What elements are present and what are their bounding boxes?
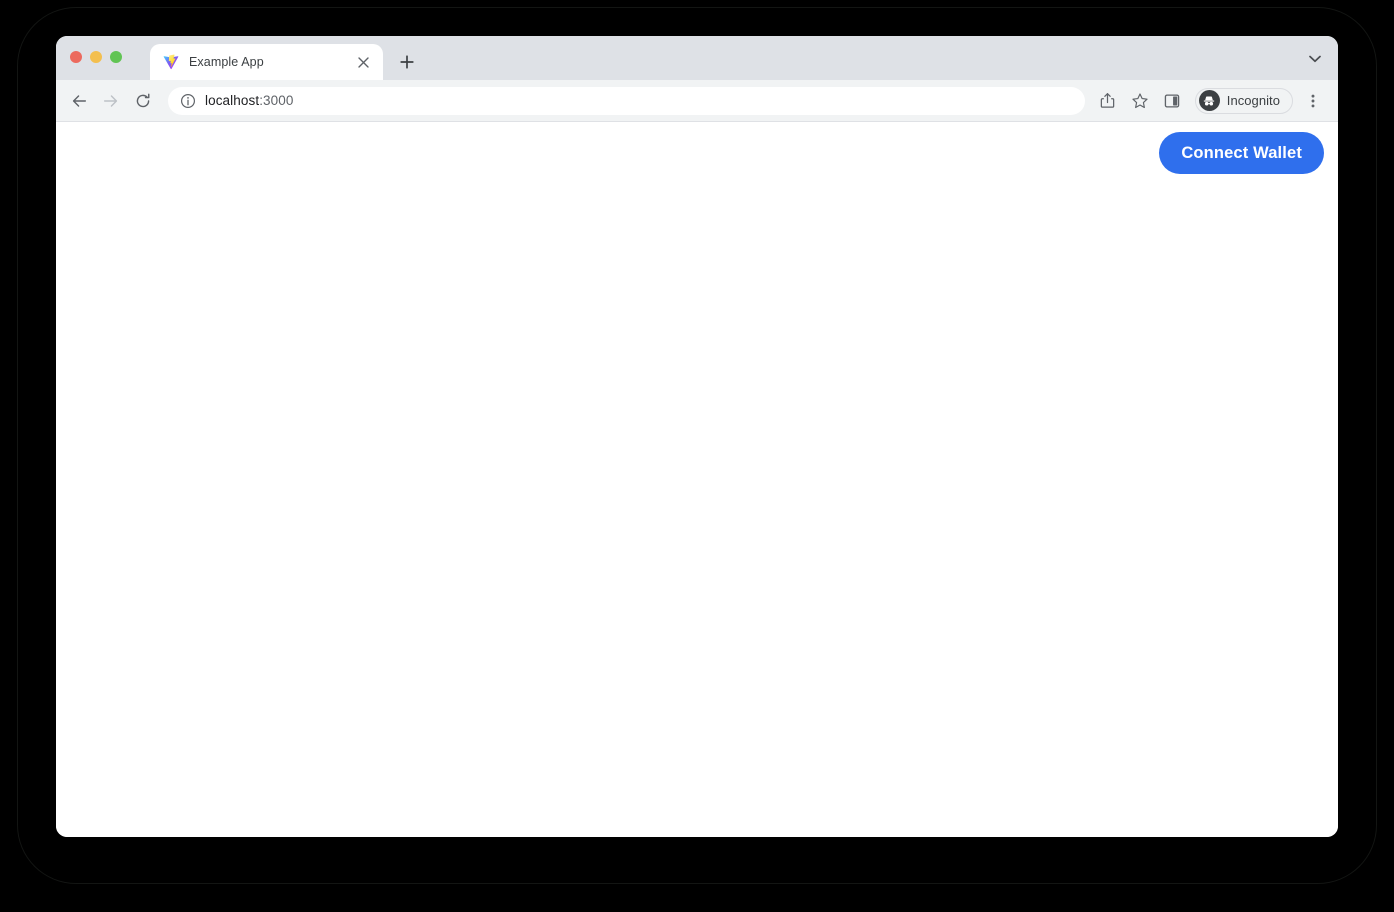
profile-chip[interactable]: Incognito	[1194, 87, 1293, 114]
share-icon	[1101, 93, 1115, 108]
connect-wallet-button[interactable]: Connect Wallet	[1159, 132, 1324, 174]
url-host: localhost	[205, 93, 260, 108]
kebab-menu-icon	[1311, 94, 1315, 107]
side-panel-button[interactable]	[1157, 86, 1187, 116]
url-path: :3000	[259, 93, 294, 108]
tab-title: Example App	[189, 55, 264, 69]
window-maximize-button[interactable]	[110, 51, 122, 63]
chevron-down-icon	[1309, 55, 1321, 63]
page-viewport: Connect Wallet	[56, 122, 1338, 837]
tab-search-button[interactable]	[1302, 46, 1328, 72]
app-header: Connect Wallet	[56, 122, 1338, 184]
new-tab-button[interactable]	[393, 48, 421, 76]
browser-menu-button[interactable]	[1298, 86, 1328, 116]
arrow-left-icon	[72, 94, 87, 107]
profile-label: Incognito	[1226, 93, 1280, 108]
info-circle-icon[interactable]	[180, 93, 196, 109]
side-panel-icon	[1164, 93, 1180, 108]
browser-toolbar: localhost:3000 Incognito	[56, 80, 1338, 122]
plus-icon	[400, 55, 414, 69]
share-button[interactable]	[1093, 86, 1123, 116]
star-icon	[1132, 92, 1148, 108]
reload-icon	[136, 93, 150, 107]
close-icon	[357, 56, 369, 68]
incognito-icon	[1198, 90, 1220, 111]
back-button[interactable]	[64, 86, 94, 116]
address-bar-text: localhost:3000	[205, 93, 293, 108]
tab-strip-right-controls	[1302, 46, 1328, 72]
forward-button[interactable]	[96, 86, 126, 116]
browser-window: Example App localhost:3000 Incognito Con…	[56, 36, 1338, 837]
window-minimize-button[interactable]	[90, 51, 102, 63]
address-bar[interactable]: localhost:3000	[168, 86, 1085, 115]
tabs-area: Example App	[150, 36, 421, 80]
desktop-backdrop: Example App localhost:3000 Incognito Con…	[0, 0, 1394, 912]
reload-button[interactable]	[128, 86, 158, 116]
traffic-lights	[70, 51, 122, 63]
arrow-right-icon	[103, 94, 118, 107]
incognito-glyph-icon	[1204, 96, 1215, 106]
window-close-button[interactable]	[70, 51, 82, 63]
tab-example-app[interactable]: Example App	[150, 44, 383, 80]
bookmark-button[interactable]	[1125, 86, 1155, 116]
vite-logo-icon	[163, 54, 179, 70]
tab-strip: Example App	[56, 36, 1338, 80]
tab-close-icon[interactable]	[353, 52, 373, 72]
